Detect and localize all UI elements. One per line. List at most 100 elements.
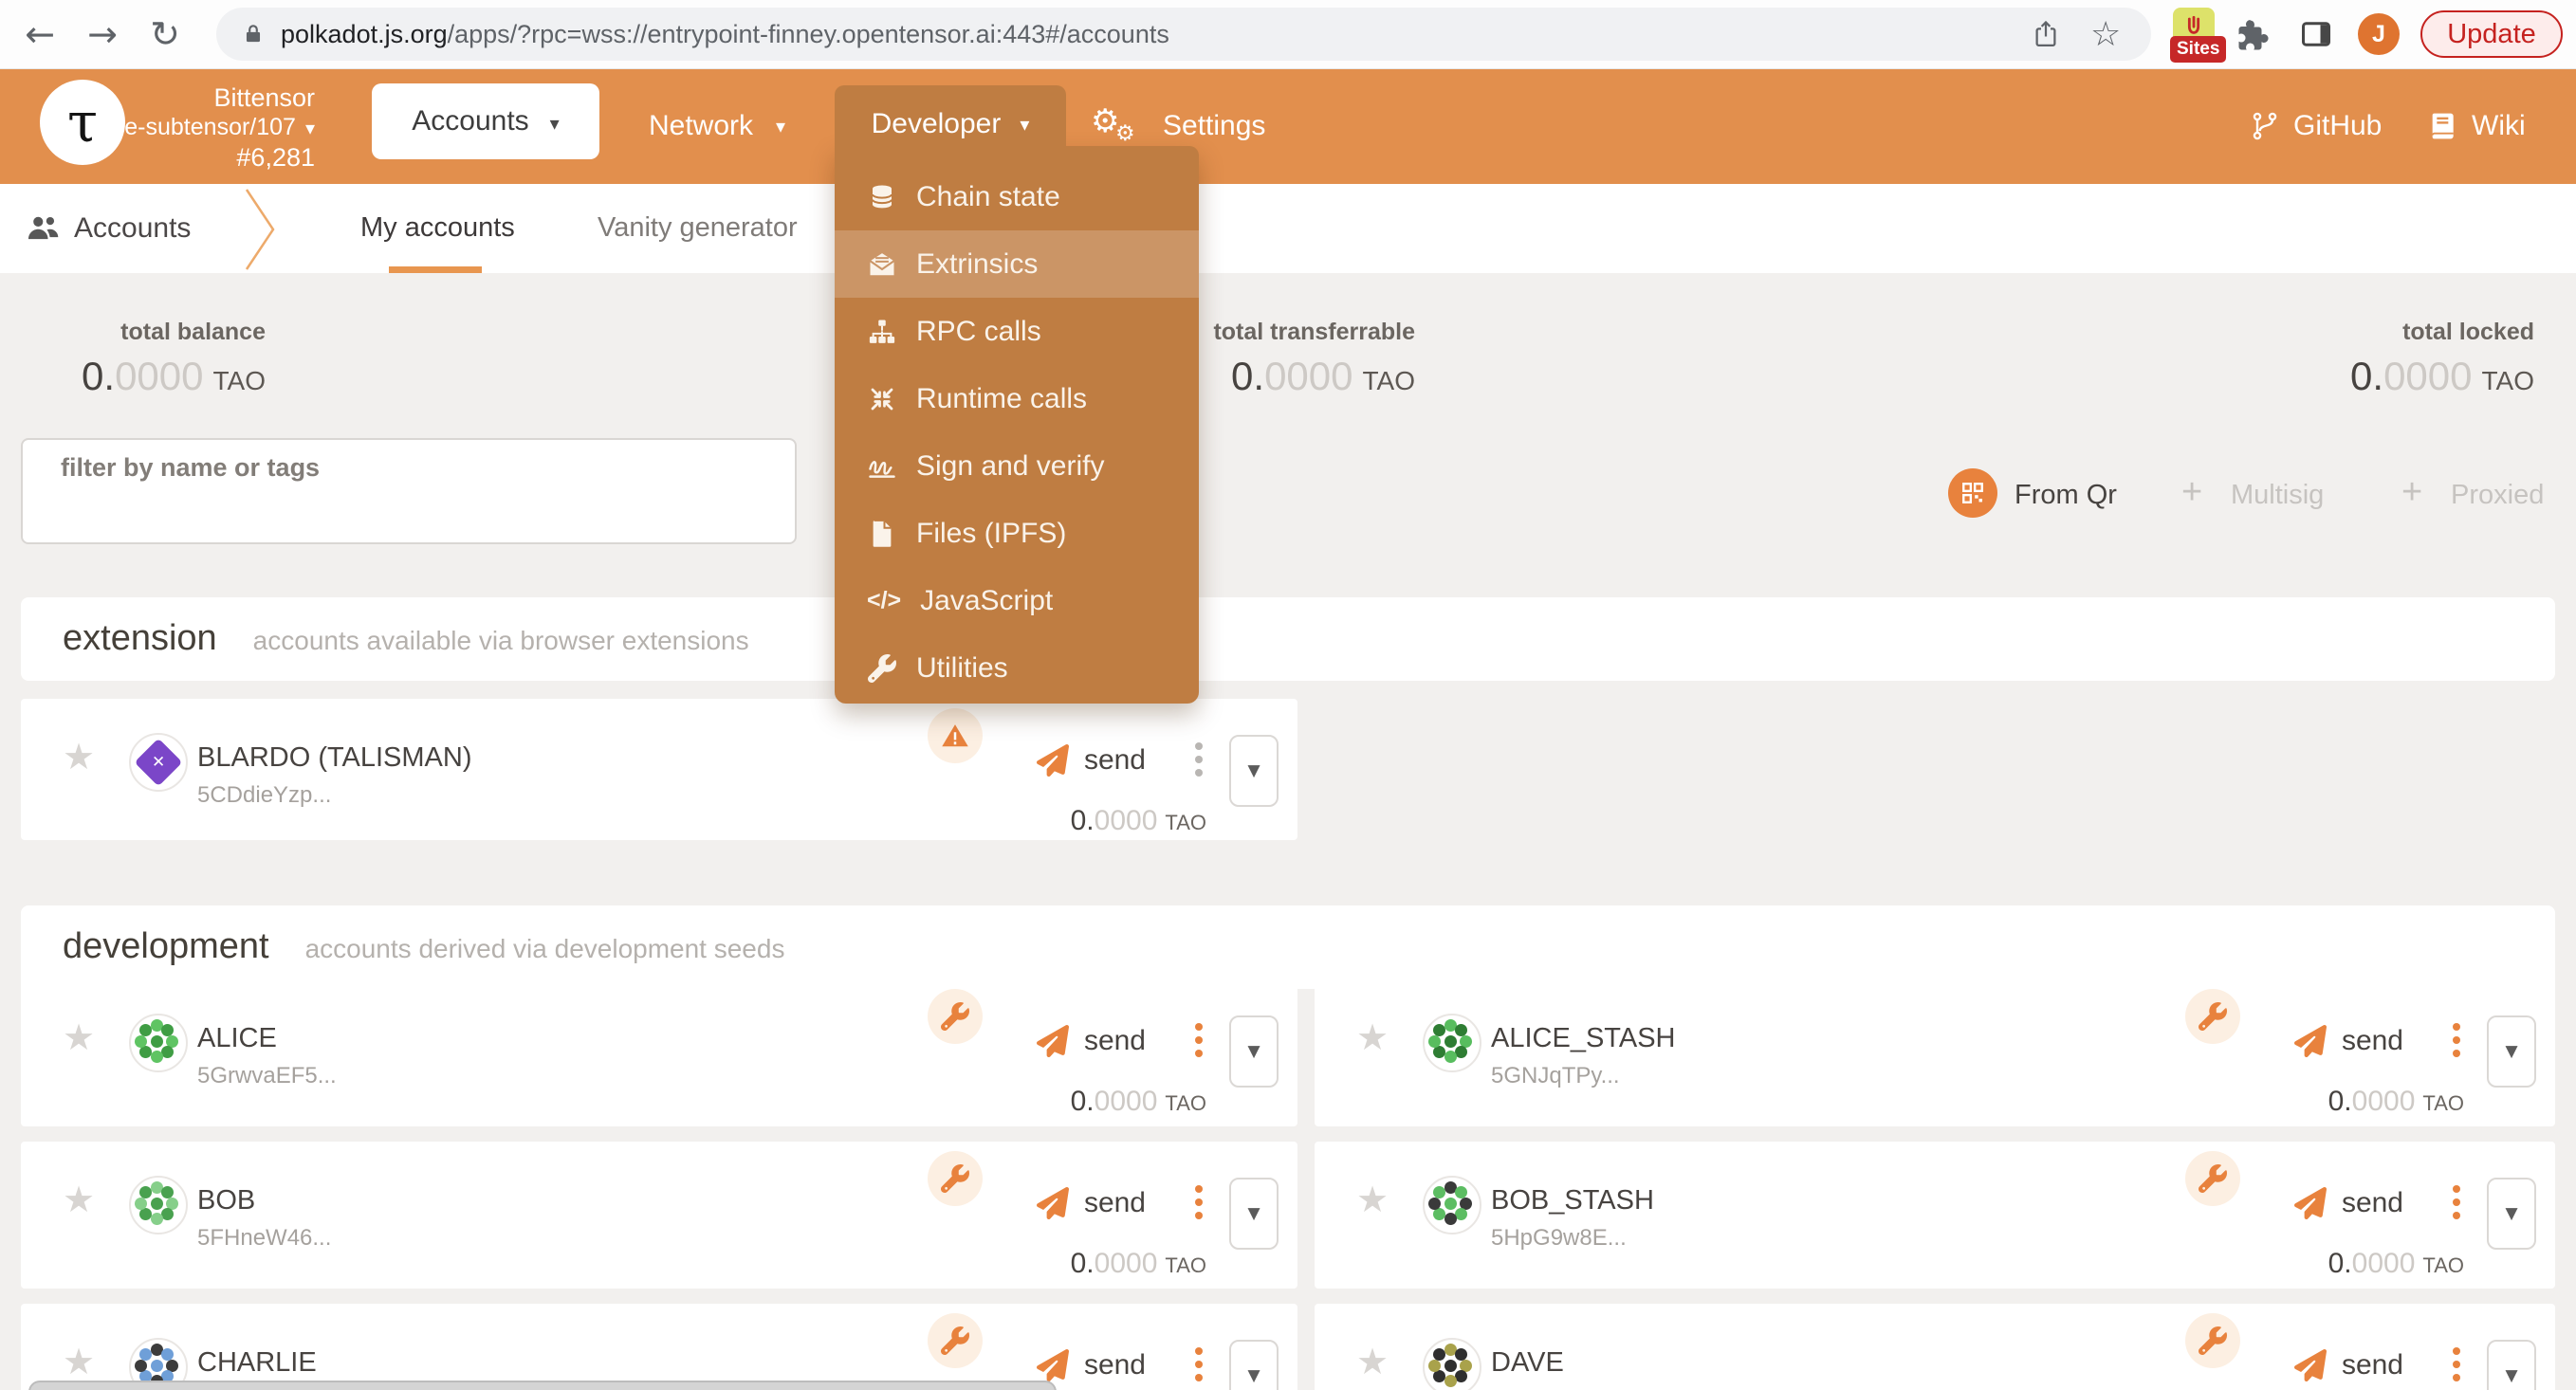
- wrench-icon[interactable]: [2185, 1151, 2240, 1206]
- side-panel-icon[interactable]: [2299, 17, 2333, 51]
- row-menu-button[interactable]: [1195, 1185, 1203, 1219]
- favorite-star-icon[interactable]: ★: [63, 1181, 95, 1217]
- row-menu-button[interactable]: [2453, 1347, 2460, 1381]
- nav-developer-button[interactable]: Developer▾: [835, 85, 1066, 163]
- share-icon[interactable]: [2032, 20, 2060, 48]
- extensions-puzzle-icon[interactable]: [2235, 17, 2269, 51]
- wrench-icon[interactable]: [928, 989, 983, 1044]
- favorite-star-icon[interactable]: ★: [63, 1344, 95, 1380]
- menu-item-files-ipfs[interactable]: Files (IPFS): [835, 500, 1199, 567]
- tab-vanity-generator[interactable]: Vanity generator: [598, 212, 798, 244]
- tab-my-accounts[interactable]: My accounts: [360, 212, 515, 244]
- favorite-star-icon[interactable]: ★: [63, 1019, 95, 1055]
- sites-extension-icon[interactable]: Sites: [2170, 6, 2217, 64]
- wrench-icon: [867, 653, 897, 684]
- send-button[interactable]: send: [1037, 1349, 1146, 1381]
- row-menu-button[interactable]: [1195, 1347, 1203, 1381]
- account-address[interactable]: 5HpG9w8E...: [1491, 1225, 1627, 1252]
- favorite-star-icon[interactable]: ★: [1356, 1344, 1389, 1380]
- account-address[interactable]: 5CDdieYzp...: [197, 782, 331, 809]
- paper-plane-icon: [1037, 1025, 1069, 1057]
- nav-accounts-button[interactable]: Accounts▾: [372, 83, 599, 159]
- chevron-down-icon: ▾: [776, 115, 785, 137]
- menu-item-runtime-calls[interactable]: Runtime calls: [835, 365, 1199, 432]
- menu-item-utilities[interactable]: Utilities: [835, 634, 1199, 702]
- row-menu-button[interactable]: [2453, 1185, 2460, 1219]
- expand-row-button[interactable]: ▼: [1229, 1178, 1279, 1250]
- warning-icon[interactable]: [928, 708, 983, 763]
- github-link[interactable]: GitHub: [2250, 68, 2382, 184]
- account-balance: 0.0000TAO: [2328, 1086, 2464, 1118]
- summary-total-transferrable: total transferrable 0.0000TAO: [1178, 319, 1415, 399]
- account-identicon[interactable]: ✕: [129, 733, 188, 792]
- filter-label: filter by name or tags: [61, 453, 320, 483]
- favorite-star-icon[interactable]: ★: [1356, 1181, 1389, 1217]
- account-name: ALICE_STASH: [1491, 1023, 1675, 1054]
- send-button[interactable]: send: [2294, 1187, 2403, 1219]
- sitemap-icon: [867, 317, 897, 347]
- bookmark-star-icon[interactable]: ☆: [2090, 8, 2121, 61]
- menu-item-rpc-calls[interactable]: RPC calls: [835, 298, 1199, 365]
- chevron-down-icon: ▾: [305, 117, 315, 139]
- account-identicon[interactable]: [1423, 1338, 1481, 1390]
- chain-name: Bittensor: [57, 83, 315, 113]
- expand-row-button[interactable]: ▼: [2487, 1015, 2536, 1088]
- account-address[interactable]: 5GrwvaEF5...: [197, 1063, 337, 1089]
- wiki-link[interactable]: Wiki: [2428, 68, 2526, 184]
- send-button[interactable]: send: [1037, 1187, 1146, 1219]
- account-identicon[interactable]: [129, 1014, 188, 1072]
- expand-row-button[interactable]: ▼: [1229, 735, 1279, 807]
- account-address[interactable]: 5FHneW46...: [197, 1225, 331, 1252]
- proxied-button[interactable]: Proxied: [2451, 480, 2544, 511]
- browser-update-button[interactable]: Update: [2420, 10, 2563, 58]
- wrench-icon[interactable]: [928, 1151, 983, 1206]
- favorite-star-icon[interactable]: ★: [1356, 1019, 1389, 1055]
- from-qr-icon[interactable]: [1948, 468, 1997, 518]
- menu-item-extrinsics[interactable]: Extrinsics: [835, 230, 1199, 298]
- paper-plane-icon: [1037, 1187, 1069, 1219]
- chain-info[interactable]: Bittensor node-subtensor/107▾ #6,281: [57, 83, 315, 173]
- wrench-icon[interactable]: [928, 1313, 983, 1368]
- account-row-dave: ★ DAVE 5DAAnrj7V... send ▼ 0.0000TAO: [1315, 1304, 2555, 1390]
- send-button[interactable]: send: [1037, 744, 1146, 777]
- menu-item-chain-state[interactable]: Chain state: [835, 163, 1199, 230]
- browser-forward-button[interactable]: →: [80, 11, 125, 57]
- node-version: node-subtensor/107▾: [57, 113, 315, 143]
- send-button[interactable]: send: [1037, 1025, 1146, 1057]
- browser-toolbar: ← → ↻ polkadot.js.org/apps/?rpc=wss://en…: [0, 0, 2576, 69]
- signature-icon: [867, 451, 897, 482]
- section-header-development: development accounts derived via develop…: [21, 905, 2555, 989]
- wrench-icon[interactable]: [2185, 989, 2240, 1044]
- account-identicon[interactable]: [129, 1176, 188, 1235]
- row-menu-button[interactable]: [1195, 1023, 1203, 1057]
- expand-row-button[interactable]: ▼: [2487, 1178, 2536, 1250]
- multisig-button[interactable]: Multisig: [2231, 480, 2324, 511]
- send-button[interactable]: send: [2294, 1025, 2403, 1057]
- expand-row-button[interactable]: ▼: [1229, 1340, 1279, 1390]
- filter-input[interactable]: [57, 487, 763, 537]
- address-bar[interactable]: polkadot.js.org/apps/?rpc=wss://entrypoi…: [216, 8, 2151, 61]
- account-identicon[interactable]: [1423, 1176, 1481, 1235]
- database-icon: [867, 182, 897, 212]
- wrench-icon[interactable]: [2185, 1313, 2240, 1368]
- account-row-charlie: ★ CHARLIE 5FLSigC9H... send ▼ 0.0000TAO: [21, 1304, 1297, 1390]
- menu-item-sign-and-verify[interactable]: Sign and verify: [835, 432, 1199, 500]
- row-menu-button[interactable]: [2453, 1023, 2460, 1057]
- browser-reload-button[interactable]: ↻: [142, 11, 188, 57]
- summary-total-balance: total balance 0.0000TAO: [28, 319, 266, 399]
- nav-network-button[interactable]: Network▾: [649, 68, 785, 184]
- favorite-star-icon[interactable]: ★: [63, 739, 95, 775]
- developer-dropdown-menu: Chain state Extrinsics RPC calls Runtime…: [835, 146, 1199, 704]
- row-menu-button[interactable]: [1195, 742, 1203, 777]
- expand-row-button[interactable]: ▼: [1229, 1015, 1279, 1088]
- send-button[interactable]: send: [2294, 1349, 2403, 1381]
- menu-item-javascript[interactable]: </> JavaScript: [835, 567, 1199, 634]
- account-row-alice: ★ ALICE 5GrwvaEF5... send ▼ 0.0000TAO: [21, 979, 1297, 1126]
- expand-row-button[interactable]: ▼: [2487, 1340, 2536, 1390]
- browser-back-button[interactable]: ←: [17, 11, 63, 57]
- browser-profile-avatar[interactable]: J: [2358, 13, 2400, 55]
- account-balance: 0.0000TAO: [1071, 805, 1206, 837]
- from-qr-button[interactable]: From Qr: [2015, 480, 2117, 511]
- account-identicon[interactable]: [1423, 1014, 1481, 1072]
- account-address[interactable]: 5GNJqTPy...: [1491, 1063, 1620, 1089]
